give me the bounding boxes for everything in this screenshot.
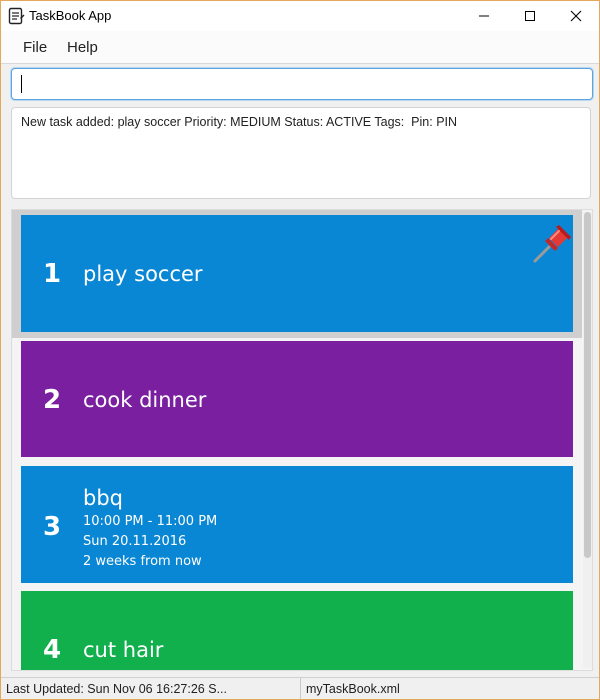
task-index: 1 <box>43 259 62 289</box>
maximize-icon <box>525 11 535 21</box>
task-list-scrollbar[interactable] <box>583 212 592 668</box>
task-list-panel: 1 play soccer 2 cook dinner 3 bbq 10:00 … <box>11 209 593 671</box>
menu-help[interactable]: Help <box>67 39 98 56</box>
close-icon <box>570 10 582 22</box>
maximize-button[interactable] <box>507 1 553 31</box>
task-name: bbq <box>83 486 123 510</box>
file-path-status: myTaskBook.xml <box>306 682 400 696</box>
task-card[interactable]: 4 cut hair <box>21 591 573 670</box>
window-title: TaskBook App <box>29 8 112 23</box>
command-box <box>11 68 593 100</box>
status-bar: Last Updated: Sun Nov 06 16:27:26 S... m… <box>1 677 599 699</box>
task-row-1[interactable]: 1 play soccer <box>12 210 582 338</box>
notebook-icon <box>8 7 25 25</box>
minimize-icon <box>479 15 489 17</box>
close-button[interactable] <box>553 1 599 31</box>
text-caret <box>21 75 22 93</box>
task-relative-date: 2 weeks from now <box>83 554 202 569</box>
task-index: 2 <box>43 385 62 415</box>
task-name: cut hair <box>83 638 164 662</box>
task-details: 10:00 PM - 11:00 PM Sun 20.11.2016 2 wee… <box>83 512 217 572</box>
app-window: TaskBook App File Help New task added: p… <box>0 0 600 700</box>
last-updated-status: Last Updated: Sun Nov 06 16:27:26 S... <box>1 678 301 699</box>
task-row-3[interactable]: 3 bbq 10:00 PM - 11:00 PM Sun 20.11.2016… <box>12 462 582 588</box>
task-date: Sun 20.11.2016 <box>83 534 187 549</box>
task-row-2[interactable]: 2 cook dinner <box>12 338 582 462</box>
task-list: 1 play soccer 2 cook dinner 3 bbq 10:00 … <box>12 210 582 670</box>
task-card[interactable]: 2 cook dinner <box>21 341 573 457</box>
task-row-4[interactable]: 4 cut hair <box>12 588 582 670</box>
task-name: play soccer <box>83 262 203 286</box>
task-name: cook dinner <box>83 388 207 412</box>
command-input[interactable] <box>12 69 592 99</box>
scrollbar-thumb[interactable] <box>584 212 591 558</box>
task-card[interactable]: 3 bbq 10:00 PM - 11:00 PM Sun 20.11.2016… <box>21 466 573 583</box>
title-bar[interactable]: TaskBook App <box>1 1 599 31</box>
task-time: 10:00 PM - 11:00 PM <box>83 514 218 529</box>
result-display: New task added: play soccer Priority: ME… <box>11 107 591 199</box>
task-index: 4 <box>43 635 62 665</box>
menu-bar: File Help <box>1 31 599 64</box>
menu-file[interactable]: File <box>23 39 47 56</box>
task-index: 3 <box>43 512 62 542</box>
pushpin-icon <box>533 225 571 263</box>
minimize-button[interactable] <box>461 1 507 31</box>
result-message: New task added: play soccer Priority: ME… <box>21 115 458 129</box>
task-card[interactable]: 1 play soccer <box>21 215 573 332</box>
